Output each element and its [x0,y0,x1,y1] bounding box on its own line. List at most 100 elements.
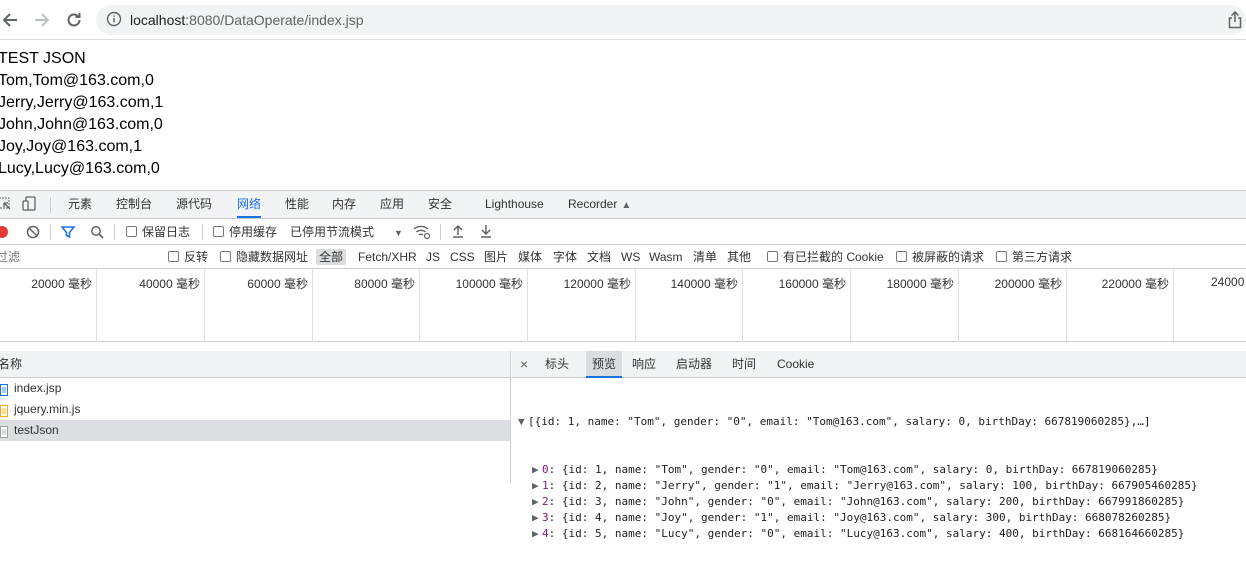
json-array-item[interactable]: ▶ 4: {id: 5, name: "Lucy", gender: "0", e… [518,526,1246,542]
timeline-gridline [742,269,743,342]
timeline-tick-label: 220000 毫秒 [1101,277,1169,291]
preserve-log-checkbox[interactable]: 保留日志 [126,223,190,241]
json-colon: : [548,479,562,492]
type-filter-button[interactable]: Wasm [649,249,683,265]
flask-icon: ▲ [621,200,632,211]
blocked-cookies-checkbox[interactable]: 有已拦截的 Cookie [767,249,884,265]
devtools-tab[interactable]: Recorder ▲ [568,191,631,218]
type-filter-button[interactable]: Fetch/XHR [358,249,417,265]
type-filter-button[interactable]: 清单 [693,249,717,265]
json-colon: : [548,495,562,508]
json-object: {id: 3, name: "John", gender: "0", email… [561,495,1185,508]
collapsed-triangle-icon: ▶ [532,511,539,524]
json-index: 2 [542,495,549,508]
type-filter-button[interactable]: 全部 [316,249,347,265]
json-array-item[interactable]: ▶ 0: {id: 1, name: "Tom", gender: "0", em… [518,462,1246,478]
devtools-tab[interactable]: 元素 [68,191,92,218]
network-conditions-icon[interactable] [413,224,431,243]
type-filter-button[interactable]: CSS [450,249,475,265]
request-row[interactable]: jquery.min.js [0,399,510,420]
record-icon[interactable] [0,226,8,238]
json-array-item[interactable]: ▶ 2: {id: 3, name: "John", gender: "0", e… [518,494,1246,510]
timeline-gridline [1066,269,1067,342]
json-array-item[interactable]: ▶ 1: {id: 2, name: "Jerry", gender: "1", … [518,478,1246,494]
request-row[interactable]: index.jsp [0,378,510,399]
request-row[interactable]: testJson [0,420,510,441]
devtools-tab[interactable]: 性能 [285,191,309,218]
filter-icon[interactable] [60,225,76,242]
network-timeline-overview[interactable]: 20000 毫秒 40000 毫秒 60000 毫秒 80000 毫秒 100000 毫… [0,269,1246,342]
search-icon[interactable] [90,225,104,242]
info-icon[interactable] [106,11,124,29]
timeline-tick-label: 200000 毫秒 [994,277,1062,291]
import-har-icon[interactable] [452,224,464,241]
detail-tab[interactable]: 时间 [732,351,756,378]
page-heading: TEST JSON [0,50,86,67]
detail-tab[interactable]: 预览 [586,351,623,378]
detail-tab[interactable]: 启动器 [676,351,712,378]
blocked-requests-checkbox[interactable]: 被屏蔽的请求 [896,249,984,265]
type-filter-button[interactable]: 其他 [727,249,751,265]
checkbox-icon [896,251,907,262]
type-filter-button[interactable]: 媒体 [518,249,542,265]
checkbox-icon [213,226,224,237]
person-line: Joy,Joy@163.com,1 [0,138,143,155]
invert-checkbox[interactable]: 反转 [168,249,208,265]
type-filter-button[interactable]: JS [426,249,440,265]
timeline-gridline [312,269,313,342]
type-filter-button[interactable]: WS [621,249,640,265]
timeline-tick-label: 140000 毫秒 [670,277,738,291]
type-filter-button[interactable]: 文档 [587,249,611,265]
url-text: localhost:8080/DataOperate/index.jsp [130,12,364,28]
devtools-tab[interactable]: 内存 [332,191,356,218]
detail-tab[interactable]: Cookie [777,351,814,378]
throttle-label: 已停用节流模式 [290,225,375,239]
share-icon[interactable] [1228,10,1244,29]
disable-cache-checkbox[interactable]: 停用缓存 [213,223,277,241]
blocked-cookies-label: 有已拦截的 Cookie [783,250,884,264]
hide-data-urls-checkbox[interactable]: 隐藏数据网址 [220,249,308,265]
json-colon: : [548,511,562,524]
filter-input[interactable] [0,248,156,266]
devtools-tab[interactable]: 控制台 [116,191,152,218]
timeline-gridline [958,269,959,342]
json-summary: [{id: 1, name: "Tom", gender: "0", email… [528,415,1151,428]
timeline-tick-label: 40000 毫秒 [139,277,200,291]
collapsed-triangle-icon: ▶ [532,495,539,508]
person-line: Lucy,Lucy@163.com,0 [0,160,160,177]
export-har-icon[interactable] [480,224,492,241]
devtools-tab-label: 网络 [237,197,262,211]
json-index: 3 [542,511,549,524]
device-toolbar-icon[interactable] [22,196,38,215]
throttle-select[interactable]: 已停用节流模式 ▼ [290,223,403,241]
devtools-tab[interactable]: 源代码 [176,191,212,218]
person-line: Tom,Tom@163.com,0 [0,72,154,89]
timeline-gridline [527,269,528,342]
devtools-tab[interactable]: 安全 [428,191,452,218]
devtools-tab[interactable]: 应用 [380,191,404,218]
expanded-triangle-icon: ▼ [518,415,525,428]
reload-icon[interactable] [62,8,86,32]
clear-icon[interactable] [26,225,40,242]
type-filter-button[interactable]: 图片 [484,249,508,265]
name-column-header[interactable]: 名称 [0,351,510,378]
json-summary-row[interactable]: ▼ [{id: 1, name: "Tom", gender: "0", emai… [518,414,1246,430]
json-array-item[interactable]: ▶ 3: {id: 4, name: "Joy", gender: "1", em… [518,510,1246,526]
detail-tab[interactable]: 响应 [632,351,656,378]
devtools-tab[interactable]: 网络 [237,191,262,218]
devtools-tab[interactable]: Lighthouse [485,191,544,218]
inspect-icon[interactable] [0,197,12,214]
devtools-tab-bar: 元素 控制台 源代码 网络 性能 内存 应用 安全 Lighthouse Recorder ▲ [0,191,1246,219]
invert-label: 反转 [184,250,209,264]
devtools-tab-label: 应用 [380,197,405,211]
close-icon[interactable]: × [520,351,528,378]
detail-tab[interactable]: 标头 [545,351,569,378]
back-icon[interactable] [0,8,22,32]
type-filter-button[interactable]: 字体 [553,249,577,265]
xhr-icon [0,424,8,438]
forward-icon[interactable] [30,8,54,32]
third-party-checkbox[interactable]: 第三方请求 [996,249,1072,265]
url-path: :8080/DataOperate/index.jsp [185,12,364,28]
json-colon: : [548,463,562,476]
timeline-tick-label: 60000 毫秒 [247,277,308,291]
